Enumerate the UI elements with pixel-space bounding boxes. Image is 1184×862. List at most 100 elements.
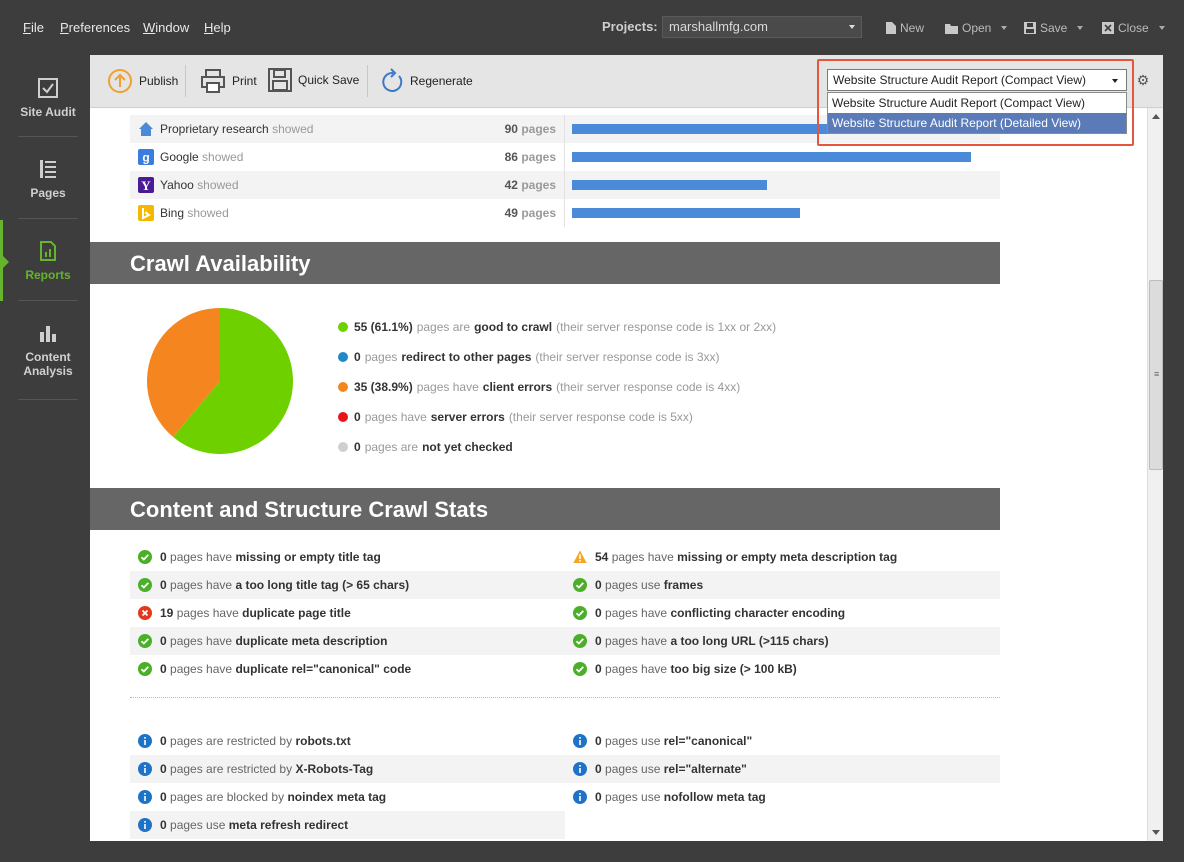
floppy-icon <box>268 68 292 92</box>
stat-label: missing or empty meta description tag <box>677 550 898 564</box>
refresh-icon <box>382 68 403 92</box>
sidebar-item-reports[interactable]: Reports <box>18 240 78 282</box>
legend-label: good to crawl <box>474 320 553 334</box>
stat-count: 0 <box>595 606 602 620</box>
sidebar-item-label: Pages <box>30 186 66 200</box>
legend-text: pages are <box>364 440 419 454</box>
status-dot-orange <box>338 382 348 392</box>
stat-text: pages are blocked by <box>170 790 285 804</box>
printer-icon <box>201 69 225 93</box>
ranking-row: Y Yahoo showed 42 pages <box>130 171 1000 199</box>
quick-save-button[interactable]: Quick Save <box>268 68 359 92</box>
legend-text: pages <box>364 350 398 364</box>
toolbar-divider <box>185 65 186 97</box>
stat-count: 0 <box>160 662 167 676</box>
crawl-legend-item: 0 pages have server errors (their server… <box>338 410 693 424</box>
sidebar-divider <box>18 136 78 137</box>
ranking-row: g Google showed 86 pages <box>130 143 1000 171</box>
stat-text: pages have <box>170 662 233 676</box>
save-button[interactable]: Save <box>1024 21 1084 35</box>
status-dot-gray <box>338 442 348 452</box>
stat-count: 0 <box>160 790 167 804</box>
report-template-select[interactable]: Website Structure Audit Report (Compact … <box>827 69 1127 91</box>
stat-text: pages have <box>170 578 233 592</box>
crawl-pie-chart <box>146 308 293 454</box>
dropdown-option-detailed[interactable]: Website Structure Audit Report (Detailed… <box>828 113 1126 133</box>
ranking-name: Yahoo showed <box>160 178 239 192</box>
open-button[interactable]: Open <box>945 21 1008 35</box>
stat-row: 0 pages use nofollow meta tag <box>565 783 1000 811</box>
check-icon <box>138 662 152 676</box>
print-button[interactable]: Print <box>200 68 257 94</box>
menu-window[interactable]: Window <box>143 20 189 35</box>
close-button-label: Close <box>1118 21 1149 35</box>
legend-count: 0 <box>354 440 361 454</box>
ranking-engine: Proprietary research <box>160 122 269 136</box>
publish-button[interactable]: Publish <box>107 68 178 94</box>
regenerate-button[interactable]: Regenerate <box>380 68 473 94</box>
sidebar-divider <box>18 399 78 400</box>
close-button[interactable]: Close <box>1102 21 1165 35</box>
stat-label: a too long title tag (> 65 chars) <box>235 578 410 592</box>
publish-icon <box>108 69 132 93</box>
scroll-down-icon[interactable] <box>1152 830 1160 835</box>
publish-label: Publish <box>139 74 179 88</box>
scroll-up-icon[interactable] <box>1152 114 1160 119</box>
active-arrow-icon <box>3 256 9 268</box>
quick-save-label: Quick Save <box>298 73 360 87</box>
vertical-scrollbar[interactable]: ≡ <box>1147 108 1163 841</box>
svg-text:Y: Y <box>141 178 151 193</box>
check-icon <box>573 662 587 676</box>
project-select[interactable]: marshallmfg.com <box>662 16 862 38</box>
stat-label: meta refresh redirect <box>228 818 349 832</box>
sidebar-item-site-audit[interactable]: Site Audit <box>18 77 78 119</box>
stat-count: 0 <box>595 790 602 804</box>
google-icon: g <box>138 149 154 165</box>
save-button-label: Save <box>1040 21 1068 35</box>
legend-text: pages have <box>416 380 479 394</box>
stat-count: 0 <box>160 734 167 748</box>
dropdown-option-compact[interactable]: Website Structure Audit Report (Compact … <box>828 93 1126 113</box>
stat-text: pages have <box>170 634 233 648</box>
legend-count: 0 <box>354 350 361 364</box>
stat-row: 0 pages use meta refresh redirect <box>130 811 565 839</box>
ranking-count: 90 pages <box>505 122 556 136</box>
settings-button[interactable]: ⚙ <box>1134 69 1152 91</box>
status-dot-blue <box>338 352 348 362</box>
stat-text: pages use <box>605 762 661 776</box>
menu-preferences[interactable]: Preferences <box>60 20 130 35</box>
menu-file[interactable]: File <box>23 20 44 35</box>
ranking-suffix: showed <box>272 122 314 136</box>
stat-row: 0 pages use rel="canonical" <box>565 727 1000 755</box>
stat-row: 0 pages have duplicate rel="canonical" c… <box>130 655 565 683</box>
close-icon <box>1102 22 1114 34</box>
stat-row: 54 pages have missing or empty meta desc… <box>565 543 1000 571</box>
menu-window-label: indow <box>155 20 190 35</box>
legend-count: 55 (61.1%) <box>354 320 413 334</box>
section-header-crawl: Crawl Availability <box>90 242 1000 284</box>
stat-text: pages have <box>605 662 668 676</box>
info-icon <box>573 762 587 776</box>
info-icon <box>573 790 587 804</box>
stat-text: pages have <box>176 606 239 620</box>
menu-file-label: ile <box>30 20 44 35</box>
bing-icon <box>138 205 154 221</box>
check-icon <box>573 634 587 648</box>
ranking-suffix: showed <box>197 178 239 192</box>
new-button[interactable]: New <box>886 21 924 35</box>
stat-row: 0 pages are restricted by X-Robots-Tag <box>130 755 565 783</box>
sidebar-item-pages[interactable]: Pages <box>18 158 78 200</box>
new-file-icon <box>886 22 896 34</box>
menu-help[interactable]: Help <box>204 20 231 35</box>
stat-label: duplicate page title <box>242 606 351 620</box>
sidebar: Site Audit Pages Reports Content Analysi… <box>0 55 90 862</box>
folder-icon <box>945 23 958 34</box>
report-template-dropdown: Website Structure Audit Report (Compact … <box>827 92 1127 134</box>
scroll-thumb[interactable]: ≡ <box>1149 280 1163 470</box>
legend-count: 35 (38.9%) <box>354 380 413 394</box>
sidebar-item-content-analysis[interactable]: Content Analysis <box>18 322 78 378</box>
stat-count: 0 <box>160 762 167 776</box>
legend-label: redirect to other pages <box>401 350 532 364</box>
ranking-bar-divider <box>564 115 565 143</box>
legend-label: server errors <box>430 410 505 424</box>
